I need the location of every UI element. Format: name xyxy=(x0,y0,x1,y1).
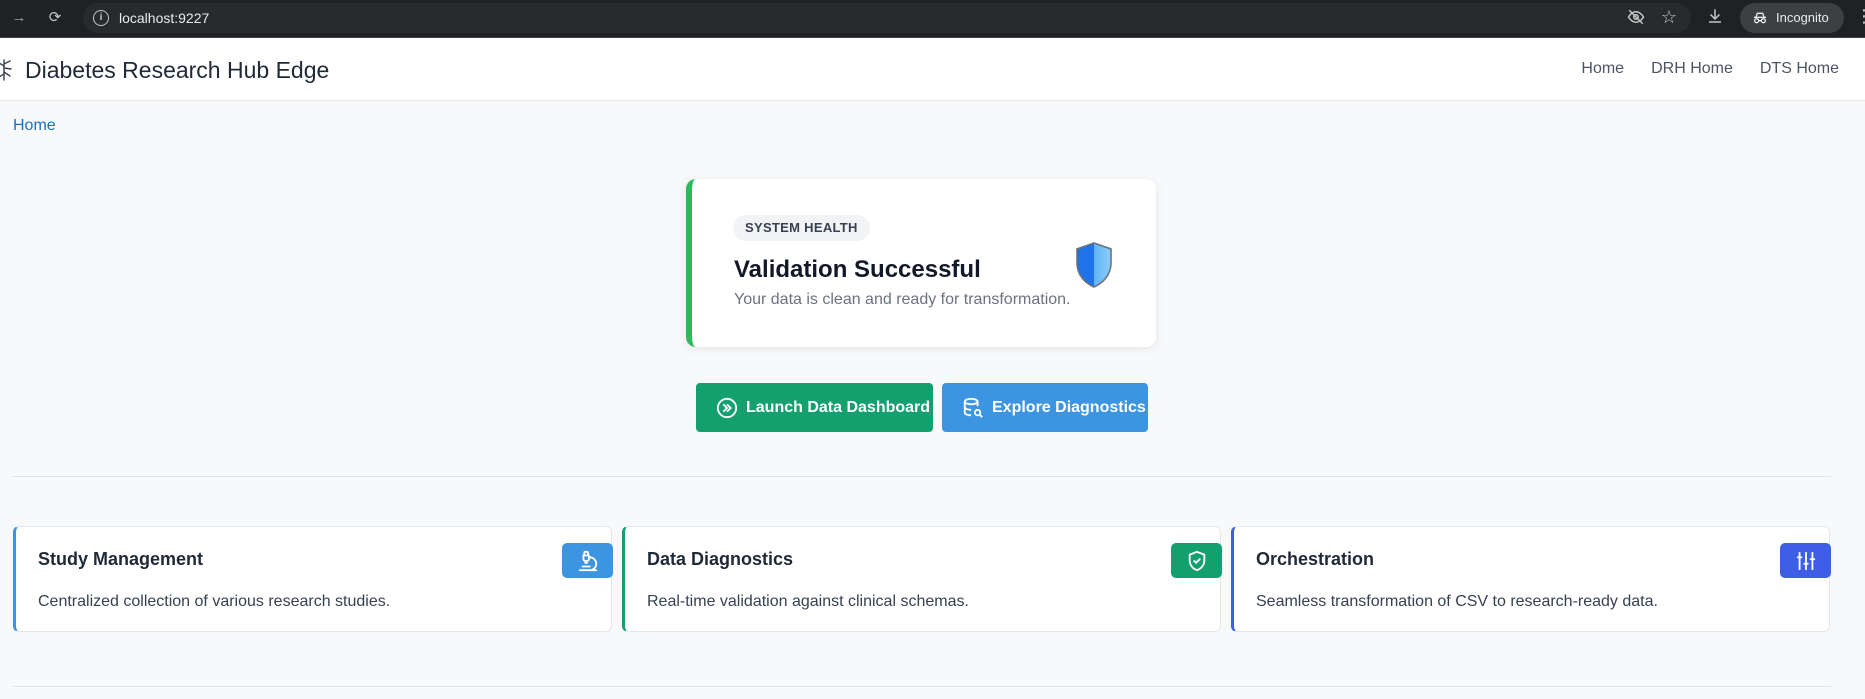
url-text[interactable]: localhost:9227 xyxy=(119,10,209,26)
breadcrumb-home[interactable]: Home xyxy=(13,117,56,134)
card-description: Centralized collection of various resear… xyxy=(38,593,391,610)
shield-check-icon xyxy=(1171,543,1222,578)
explore-diagnostics-button[interactable]: Explore Diagnostics xyxy=(942,383,1148,432)
more-menu-icon[interactable]: ⋮ xyxy=(1855,6,1865,27)
nav-drh-home[interactable]: DRH Home xyxy=(1651,60,1733,78)
health-message: Your data is clean and ready for transfo… xyxy=(734,291,1071,308)
health-title: Validation Successful xyxy=(734,256,981,283)
app-title[interactable]: Diabetes Research Hub Edge xyxy=(25,57,329,84)
divider xyxy=(13,686,1831,687)
brand-logo-icon[interactable] xyxy=(0,58,14,82)
card-title: Data Diagnostics xyxy=(647,549,794,569)
address-bar[interactable]: i localhost:9227 ☆ xyxy=(83,3,1691,33)
study-management-card[interactable]: Study Management Centralized collection … xyxy=(13,526,613,632)
microscope-icon xyxy=(562,543,613,578)
reload-icon[interactable]: ⟳ xyxy=(44,7,66,29)
eye-slash-icon[interactable] xyxy=(1627,8,1645,31)
orchestration-card[interactable]: Orchestration Seamless transformation of… xyxy=(1231,526,1831,632)
browser-toolbar: → ⟳ i localhost:9227 ☆ Incognito ⋮ xyxy=(0,0,1865,38)
download-icon[interactable] xyxy=(1706,6,1724,31)
site-info-icon[interactable]: i xyxy=(93,10,109,26)
launch-data-dashboard-button[interactable]: Launch Data Dashboard xyxy=(696,383,933,432)
divider xyxy=(13,476,1831,477)
incognito-label: Incognito xyxy=(1776,10,1829,25)
app-header: Diabetes Research Hub Edge Home DRH Home… xyxy=(0,38,1865,101)
card-title: Study Management xyxy=(38,549,204,569)
card-description: Real-time validation against clinical sc… xyxy=(647,593,969,610)
system-health-card: SYSTEM HEALTH Validation Successful Your… xyxy=(686,179,1156,347)
database-search-icon xyxy=(963,397,983,418)
shield-icon xyxy=(1076,242,1112,288)
top-nav: Home DRH Home DTS Home xyxy=(1581,60,1839,78)
incognito-indicator[interactable]: Incognito xyxy=(1740,3,1844,33)
incognito-icon xyxy=(1752,3,1768,43)
sliders-icon xyxy=(1780,543,1831,578)
status-badge: SYSTEM HEALTH xyxy=(733,215,870,241)
nav-dts-home[interactable]: DTS Home xyxy=(1760,60,1839,78)
data-diagnostics-card[interactable]: Data Diagnostics Real-time validation ag… xyxy=(622,526,1222,632)
bookmark-star-icon[interactable]: ☆ xyxy=(1661,7,1677,28)
breadcrumb: Home xyxy=(13,117,56,135)
card-description: Seamless transformation of CSV to resear… xyxy=(1256,593,1658,610)
explore-label: Explore Diagnostics xyxy=(992,398,1146,416)
back-arrow-icon[interactable]: → xyxy=(8,7,30,29)
chevrons-circle-icon xyxy=(716,397,738,418)
nav-home[interactable]: Home xyxy=(1581,60,1624,78)
card-title: Orchestration xyxy=(1256,549,1375,569)
launch-label: Launch Data Dashboard xyxy=(746,398,931,416)
